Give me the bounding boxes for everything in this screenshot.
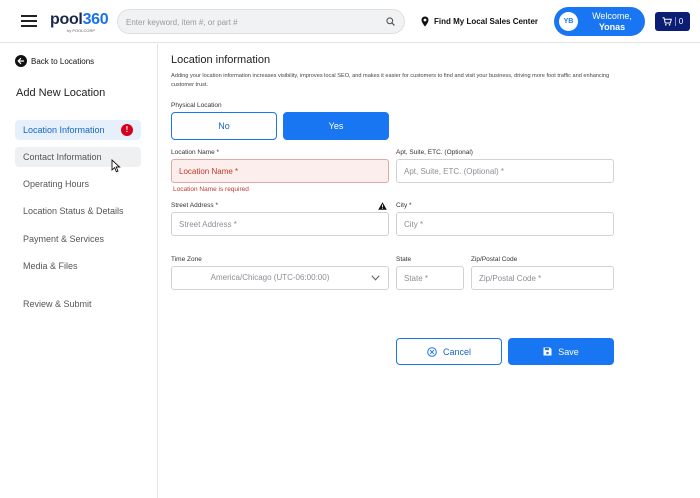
back-arrow-icon — [15, 55, 27, 67]
time-zone-label: Time Zone — [171, 256, 202, 263]
sidebar-item-contact-information[interactable]: Contact Information — [15, 147, 141, 167]
hamburger-menu-icon[interactable] — [21, 15, 37, 27]
cart-icon — [662, 17, 672, 26]
state-field — [396, 266, 464, 290]
street-address-label: Street Address * — [171, 202, 218, 209]
section-description: Adding your location information increas… — [171, 73, 610, 88]
time-zone-select[interactable]: America/Chicago (UTC-06:00:00) — [171, 266, 389, 290]
logo-text-pool: pool — [50, 11, 83, 28]
cancel-label: Cancel — [442, 346, 471, 357]
mouse-pointer-icon — [111, 159, 121, 173]
zip-label: Zip/Postal Code — [471, 256, 518, 263]
location-name-label: Location Name * — [171, 149, 220, 156]
warning-icon — [378, 202, 387, 210]
city-input[interactable] — [404, 218, 606, 231]
location-pin-icon — [421, 16, 429, 26]
cart-button[interactable]: 0 — [655, 12, 690, 31]
sidebar-item-location-status-details[interactable]: Location Status & Details — [15, 201, 141, 221]
sidebar-item-media-files[interactable]: Media & Files — [15, 256, 141, 276]
pool360-logo[interactable]: pool360 by POOLCORP — [50, 11, 109, 33]
physical-location-yes-button[interactable]: Yes — [283, 112, 389, 140]
sidebar-item-operating-hours[interactable]: Operating Hours — [15, 174, 141, 194]
location-name-input[interactable] — [179, 165, 381, 178]
sidebar-item-review-submit[interactable]: Review & Submit — [15, 294, 141, 314]
sidebar-item-label: Payment & Services — [23, 234, 105, 244]
avatar: YB — [559, 12, 578, 31]
back-to-locations-link[interactable]: Back to Locations — [15, 55, 94, 67]
save-floppy-icon — [543, 347, 552, 356]
sidebar-item-label: Location Information — [23, 125, 105, 135]
search-icon[interactable] — [386, 17, 395, 26]
welcome-label: Welcome, — [592, 11, 632, 21]
location-name-field — [171, 159, 389, 183]
sidebar-item-label: Media & Files — [23, 261, 78, 271]
sidebar-item-payment-services[interactable]: Payment & Services — [15, 229, 141, 249]
sidebar-item-label: Operating Hours — [23, 179, 90, 189]
city-field — [396, 212, 614, 236]
physical-location-label: Physical Location — [171, 102, 222, 109]
sidebar-item-label: Review & Submit — [23, 299, 92, 309]
error-alert-icon: ! — [121, 124, 133, 136]
logo-subtitle: by POOLCORP — [67, 28, 96, 33]
section-title: Location information — [171, 54, 271, 66]
street-address-field — [171, 212, 389, 236]
save-label: Save — [558, 346, 579, 357]
cart-count: 0 — [678, 17, 684, 26]
search-bar — [117, 9, 405, 34]
logo-text-360: 360 — [82, 11, 109, 28]
city-label: City * — [396, 202, 412, 209]
apt-suite-field — [396, 159, 614, 183]
back-to-locations-label: Back to Locations — [31, 56, 95, 66]
search-input[interactable] — [126, 14, 376, 30]
physical-location-no-button[interactable]: No — [171, 112, 277, 140]
find-sales-center-label: Find My Local Sales Center — [434, 16, 539, 26]
state-input[interactable] — [404, 272, 456, 285]
main-content: Location information Adding your locatio… — [158, 44, 700, 498]
zip-field — [471, 266, 614, 290]
state-label: State — [396, 256, 412, 263]
sidebar-item-label: Location Status & Details — [23, 206, 124, 216]
zip-input[interactable] — [479, 272, 606, 285]
cancel-circle-x-icon — [427, 346, 437, 357]
page-title: Add New Location — [16, 87, 106, 99]
sidebar-item-location-information[interactable]: Location Information ! — [15, 120, 141, 140]
apt-suite-label: Apt, Suite, ETC. (Optional) — [396, 149, 473, 156]
top-header: pool360 by POOLCORP Find My Local Sales … — [0, 0, 700, 43]
sidebar: Back to Locations Add New Location Locat… — [0, 44, 158, 498]
apt-suite-input[interactable] — [404, 165, 606, 178]
find-sales-center-link[interactable]: Find My Local Sales Center — [421, 14, 538, 28]
street-address-input[interactable] — [179, 218, 381, 231]
sidebar-item-label: Contact Information — [23, 152, 102, 162]
location-name-error: Location Name is required — [173, 186, 249, 193]
cart-divider — [674, 17, 676, 26]
chevron-down-icon — [371, 275, 380, 281]
account-menu-button[interactable]: YB Welcome, Yonas — [554, 7, 645, 36]
user-name: Yonas — [598, 22, 626, 32]
time-zone-value: America/Chicago (UTC-06:00:00) — [210, 273, 330, 282]
save-button[interactable]: Save — [508, 338, 614, 365]
cancel-button[interactable]: Cancel — [396, 338, 502, 365]
